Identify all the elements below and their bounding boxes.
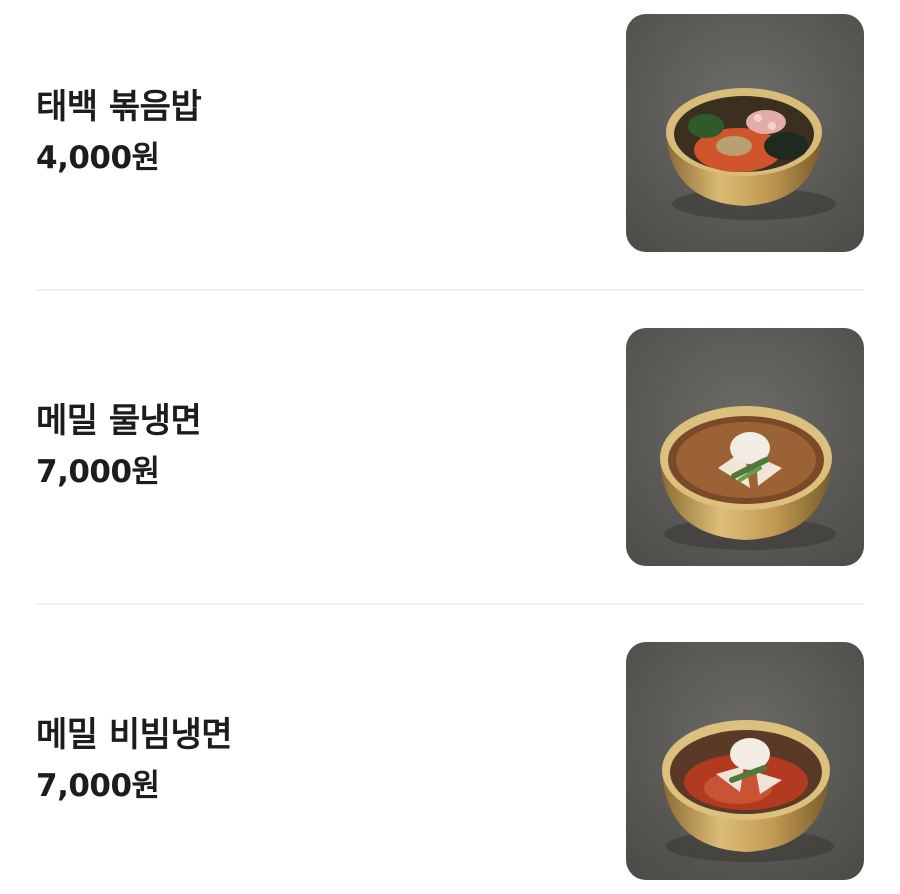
menu-item-fried-rice[interactable]: 태백 볶음밥 4,000원 xyxy=(36,12,864,252)
menu-item-photo[interactable] xyxy=(626,642,864,880)
spicy-noodles-image xyxy=(626,642,864,880)
menu-item-name: 메밀 물냉면 xyxy=(36,401,202,441)
menu-item-mul-naengmyeon[interactable]: 메밀 물냉면 7,000원 xyxy=(36,326,864,566)
divider xyxy=(36,289,864,291)
divider xyxy=(36,603,864,605)
menu-item-bibim-naengmyeon[interactable]: 메밀 비빔냉면 7,000원 xyxy=(36,640,864,880)
menu-item-price: 7,000원 xyxy=(36,453,160,490)
menu-item-info: 메밀 물냉면 7,000원 xyxy=(36,326,596,566)
menu-item-name: 태백 볶음밥 xyxy=(36,87,202,127)
menu-item-photo[interactable] xyxy=(626,14,864,252)
cold-noodle-soup-image xyxy=(626,328,864,566)
menu-item-name: 메밀 비빔냉면 xyxy=(36,715,233,755)
menu-item-photo[interactable] xyxy=(626,328,864,566)
fried-rice-bowl-image xyxy=(626,14,864,252)
menu-item-info: 태백 볶음밥 4,000원 xyxy=(36,12,596,252)
menu-list: 태백 볶음밥 4,000원 메밀 물냉면 7,000원 메밀 비빔냉면 7,00… xyxy=(0,0,900,894)
menu-item-info: 메밀 비빔냉면 7,000원 xyxy=(36,640,596,880)
menu-item-price: 4,000원 xyxy=(36,139,160,176)
menu-item-price: 7,000원 xyxy=(36,767,160,804)
